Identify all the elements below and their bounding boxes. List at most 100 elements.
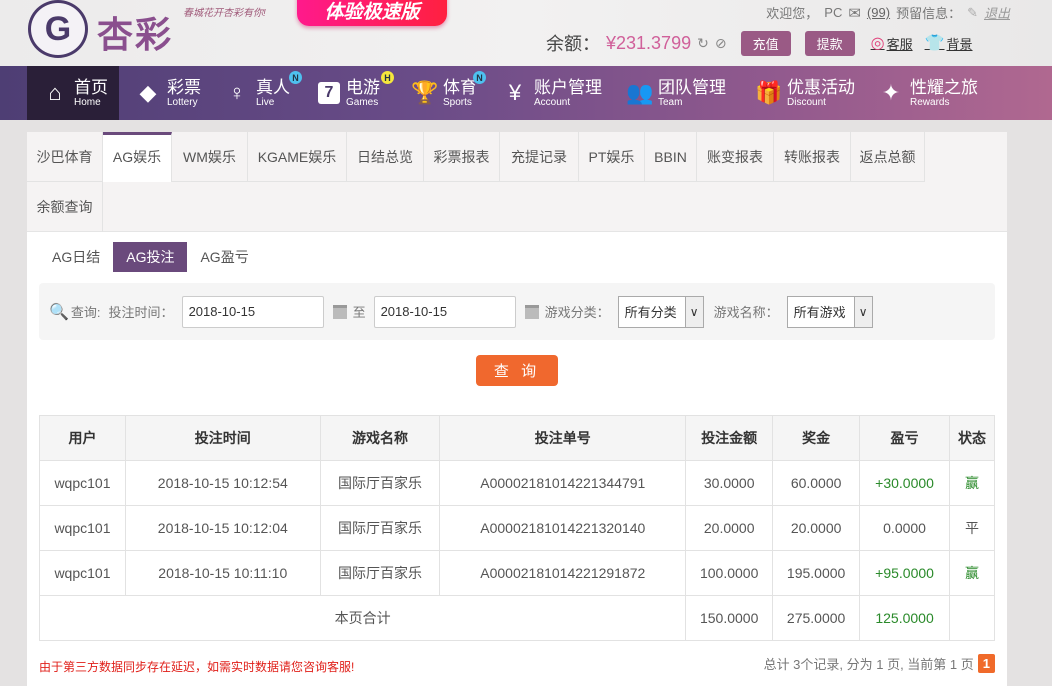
- nav-live[interactable]: ♀ 真人 Live N: [224, 66, 302, 120]
- filter-bar: 🔍 查询: 投注时间： 至 游戏分类： 所有分类 ∨ 游戏名称： 所有游戏 ∨: [39, 283, 995, 340]
- user-bar: 欢迎您， PC ✉ (99) 预留信息： ✎ 退出: [766, 3, 1010, 22]
- tab-bbin[interactable]: BBIN: [645, 132, 697, 182]
- chevron-down-icon: ∨: [853, 296, 872, 327]
- figure-icon: ✦: [881, 80, 901, 105]
- nav-label: 体育: [443, 77, 477, 97]
- nav-sublabel: Home: [74, 96, 101, 108]
- column-header: 状态: [949, 415, 995, 461]
- category-label: 游戏分类：: [544, 305, 610, 320]
- nav-label: 真人: [256, 77, 290, 97]
- service-label: 客服: [886, 36, 913, 52]
- nav-lottery[interactable]: ◆ 彩票 Lottery: [135, 66, 201, 120]
- column-header: 投注金额: [685, 415, 774, 461]
- report-tabs: 沙巴体育 AG娱乐 WM娱乐 KGAME娱乐 日结总览 彩票报表 充提记录 PT…: [27, 132, 1007, 232]
- tab-lottery-report[interactable]: 彩票报表: [424, 132, 500, 182]
- tab-kgame[interactable]: KGAME娱乐: [248, 132, 347, 182]
- yen-coin-icon: ¥: [508, 80, 522, 105]
- recharge-button[interactable]: 充值: [740, 30, 791, 56]
- column-header: 投注单号: [439, 415, 687, 461]
- table-cell: 2018-10-15 10:12:54: [124, 460, 321, 506]
- slogan: 春城花开杏彩有你!: [183, 8, 266, 19]
- category-value: 所有分类: [624, 305, 677, 320]
- logo[interactable]: G: [28, 0, 88, 58]
- speed-version-button[interactable]: 体验极速版: [297, 0, 447, 26]
- tab-saba[interactable]: 沙巴体育: [27, 132, 103, 182]
- column-header: 奖金: [772, 415, 861, 461]
- nav-sublabel: Discount: [787, 96, 826, 108]
- table-row: wqpc101 2018-10-15 10:11:10 国际厅百家乐 A0000218…: [39, 550, 995, 596]
- messages-link[interactable]: (99): [867, 5, 890, 20]
- tab-daily-summary[interactable]: 日结总览: [347, 132, 424, 182]
- game-name-label: 游戏名称：: [713, 305, 779, 320]
- subtab-ag-daily[interactable]: AG日结: [39, 242, 113, 272]
- tab-transfer-report[interactable]: 转账报表: [774, 132, 851, 182]
- subtab-ag-bets[interactable]: AG投注: [113, 242, 188, 272]
- table-cell: 20.0000: [772, 505, 861, 551]
- calendar-icon[interactable]: [524, 304, 539, 319]
- page-1-button[interactable]: 1: [977, 654, 995, 673]
- total-profit: 125.0000: [859, 595, 951, 641]
- hot-badge: H: [381, 71, 394, 84]
- logout-link[interactable]: 退出: [984, 3, 1010, 22]
- tab-wm[interactable]: WM娱乐: [172, 132, 248, 182]
- withdraw-button[interactable]: 提款: [804, 30, 855, 56]
- table-cell: wqpc101: [39, 460, 126, 506]
- table-cell: 60.0000: [772, 460, 861, 506]
- total-prize: 275.0000: [772, 595, 861, 641]
- tab-account-changes[interactable]: 账变报表: [697, 132, 774, 182]
- table-cell: 国际厅百家乐: [319, 505, 441, 551]
- calendar-icon[interactable]: [332, 304, 347, 319]
- tab-ag[interactable]: AG娱乐: [103, 132, 172, 182]
- sub-tabs: AG日结 AG投注 AG盈亏: [39, 242, 262, 272]
- edit-icon[interactable]: ✎: [967, 5, 978, 21]
- tab-rebate-total[interactable]: 返点总额: [851, 132, 925, 182]
- table-cell: 0.0000: [859, 505, 951, 551]
- nav-team[interactable]: 👥 团队管理 Team: [626, 66, 726, 120]
- balance-label: 余额：: [546, 34, 600, 54]
- mail-icon[interactable]: ✉: [848, 4, 861, 22]
- category-select[interactable]: 所有分类 ∨: [617, 295, 704, 328]
- shirt-icon: 👕: [924, 35, 945, 52]
- start-date-input[interactable]: [181, 295, 324, 328]
- chevron-down-icon: ∨: [684, 296, 703, 327]
- tab-deposit-records[interactable]: 充提记录: [500, 132, 579, 182]
- nav-discount[interactable]: 🎁 优惠活动 Discount: [755, 66, 855, 120]
- column-header: 游戏名称: [319, 415, 441, 461]
- table-cell: wqpc101: [39, 550, 126, 596]
- nav-sublabel: Live: [256, 96, 275, 108]
- customer-service-link[interactable]: ◎ 客服: [871, 33, 913, 53]
- total-row: 本页合计 150.0000 275.0000 125.0000: [38, 595, 995, 641]
- nav-rewards[interactable]: ✦ 性耀之旅 Rewards: [878, 66, 978, 120]
- query-button[interactable]: 查 询: [476, 355, 558, 386]
- headset-icon: ◎: [870, 35, 885, 52]
- header: G 杏彩 春城花开杏彩有你! 体验极速版 欢迎您， PC ✉ (99) 预留信息…: [0, 0, 1052, 66]
- pagination-summary: 总计 3个记录, 分为 1 页, 当前第 1 页: [763, 657, 974, 672]
- balance-value: ¥231.3799: [606, 32, 692, 53]
- tab-balance-query[interactable]: 余额查询: [27, 182, 103, 232]
- table-cell: A00002181014221291872: [439, 550, 687, 596]
- nav-home[interactable]: ⌂ 首页 Home: [27, 66, 119, 120]
- tab-pt[interactable]: PT娱乐: [579, 132, 645, 182]
- home-icon: ⌂: [48, 80, 62, 105]
- subtab-ag-profit[interactable]: AG盈亏: [187, 242, 261, 272]
- nav-account[interactable]: ¥ 账户管理 Account: [502, 66, 602, 120]
- nav-label: 团队管理: [658, 77, 726, 97]
- to-label: 至: [352, 305, 366, 320]
- game-name-select[interactable]: 所有游戏 ∨: [786, 295, 873, 328]
- nav-sublabel: Lottery: [167, 96, 198, 108]
- table-header: 用户 投注时间 游戏名称 投注单号 投注金额 奖金 盈亏 状态: [39, 415, 995, 461]
- end-date-input[interactable]: [373, 295, 516, 328]
- table-cell: 30.0000: [685, 460, 774, 506]
- total-label: 本页合计: [38, 595, 687, 641]
- nav-games[interactable]: 7 电游 Games H: [318, 66, 394, 120]
- nav-sports[interactable]: 🏆 体育 Sports N: [411, 66, 486, 120]
- table-cell: 国际厅百家乐: [319, 460, 441, 506]
- refresh-icon[interactable]: ↻: [697, 35, 709, 52]
- table-cell: 20.0000: [685, 505, 774, 551]
- nav-label: 电游: [346, 77, 380, 97]
- balance-row: 余额： ¥231.3799 ↻ ⊘ 充值 提款 ◎ 客服 👕 背景: [546, 30, 973, 56]
- background-link[interactable]: 👕 背景: [925, 33, 973, 53]
- hide-eye-icon[interactable]: ⊘: [715, 35, 727, 52]
- nav-sublabel: Rewards: [910, 96, 950, 108]
- table-cell: 195.0000: [772, 550, 861, 596]
